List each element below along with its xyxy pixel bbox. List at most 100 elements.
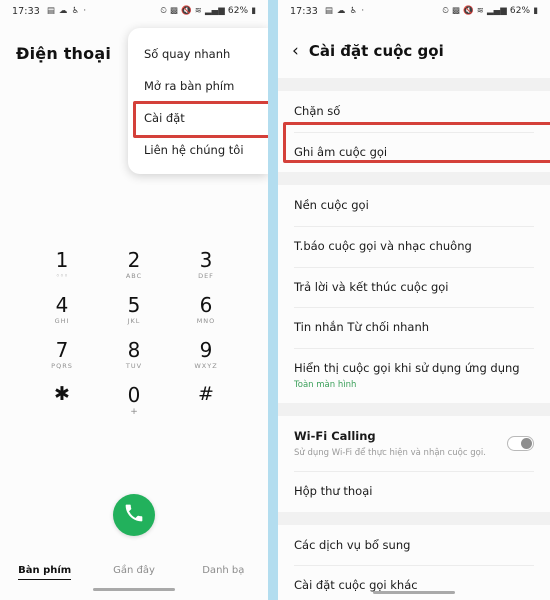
setting-row-block-numbers[interactable]: Chặn số	[278, 91, 550, 132]
menu-item-speed-dial[interactable]: Số quay nhanh	[128, 38, 268, 70]
row-title: Wi-Fi Calling	[294, 429, 376, 444]
tab-contacts[interactable]: Danh bạ	[179, 565, 268, 576]
toggle-knob	[521, 438, 532, 449]
status-bar-clock: 17:33	[12, 5, 40, 17]
tab-keypad[interactable]: Bàn phím	[0, 565, 89, 580]
row-text: Trả lời và kết thúc cuộc gọi	[294, 279, 534, 296]
row-text: Hiển thị cuộc gọi khi sử dụng ứng dụng T…	[294, 360, 534, 391]
bottom-tab-bar: Bàn phím Gần đây Danh bạ	[0, 565, 268, 580]
phone-dialer-screen: 17:33 ▤ ☁ ♿ · ⏲ ▩ 🔇 ≋ ▂▄▆ 62% ▮ Điện tho…	[0, 0, 268, 600]
row-title: Nền cuộc gọi	[294, 198, 369, 213]
setting-row-wifi-calling[interactable]: Wi-Fi Calling Sử dụng Wi-Fi để thực hiện…	[278, 416, 550, 471]
tab-keypad-label: Bàn phím	[18, 565, 72, 580]
gallery-icon: ▤	[46, 5, 56, 16]
alarm-icon: ⏲	[160, 5, 167, 16]
signal-icon: ▂▄▆	[204, 5, 225, 16]
panel-divider	[268, 0, 278, 600]
cloud-icon: ☁	[59, 5, 68, 16]
menu-item-contact-us[interactable]: Liên hệ chúng tôi	[128, 134, 268, 166]
cloud-icon: ☁	[337, 5, 346, 16]
settings-section-1: Chặn số Ghi âm cuộc gọi	[278, 91, 550, 173]
setting-row-answering-ending-calls[interactable]: Trả lời và kết thúc cuộc gọi	[278, 266, 550, 308]
tab-recents[interactable]: Gần đây	[89, 565, 178, 576]
dialpad-key-8[interactable]: 8 TUV	[98, 340, 170, 371]
dialpad-key-1[interactable]: 1 ◦◦◦	[26, 250, 98, 281]
row-title: Tin nhắn Từ chối nhanh	[294, 320, 430, 335]
battery-level: 62%	[227, 6, 249, 16]
dialpad-key-label: #	[198, 383, 214, 405]
setting-row-supplementary-services[interactable]: Các dịch vụ bổ sung	[278, 525, 550, 566]
dialpad-key-star[interactable]: ✱	[26, 383, 98, 416]
alarm-icon: ⏲	[442, 5, 449, 16]
row-title: Các dịch vụ bổ sung	[294, 537, 411, 552]
status-bar-left-group: 17:33 ▤ ☁ ♿ ·	[290, 6, 364, 17]
tab-contacts-label: Danh bạ	[202, 565, 245, 576]
status-bar-clock: 17:33	[290, 5, 318, 17]
menu-item-open-keypad[interactable]: Mở ra bàn phím	[128, 70, 268, 102]
dialpad-key-label: 4	[55, 293, 69, 317]
dialpad-key-5[interactable]: 5 JKL	[98, 295, 170, 326]
dialpad-key-7[interactable]: 7 PQRS	[26, 340, 98, 371]
dialpad-key-letters: GHI	[54, 317, 70, 325]
dialpad-key-letters: JKL	[127, 317, 141, 325]
setting-row-voicemail[interactable]: Hộp thư thoại	[278, 471, 550, 512]
dialpad-key-2[interactable]: 2 ABC	[98, 250, 170, 281]
dialpad-key-6[interactable]: 6 MNO	[170, 295, 242, 326]
row-title: Ghi âm cuộc gọi	[294, 144, 388, 159]
section-gap	[278, 78, 550, 91]
setting-row-quick-decline-messages[interactable]: Tin nhắn Từ chối nhanh	[278, 307, 550, 348]
wifi-icon: ≋	[476, 5, 484, 16]
vibrate-icon: ▩	[169, 5, 179, 16]
dialpad-key-plus: +	[130, 407, 138, 417]
chevron-left-icon[interactable]: ‹	[292, 42, 299, 60]
mute-icon: 🔇	[181, 5, 192, 16]
accessibility-icon: ♿	[349, 5, 358, 16]
voicemail-icon: ◦◦◦	[55, 272, 69, 280]
battery-level: 62%	[509, 6, 531, 16]
vibrate-icon: ▩	[451, 5, 461, 16]
accessibility-icon: ♿	[71, 5, 80, 16]
dialpad-key-0[interactable]: 0 +	[98, 385, 170, 418]
row-title: Chặn số	[294, 104, 341, 118]
dialpad-key-label: 6	[199, 293, 213, 317]
dialpad-key-letters	[170, 406, 242, 415]
dialpad-key-hash[interactable]: #	[170, 383, 242, 416]
dialpad-key-4[interactable]: 4 GHI	[26, 295, 98, 326]
row-subtitle: Sử dụng Wi-Fi để thực hiện và nhận cuộc …	[294, 447, 486, 458]
dialpad-key-letters: ABC	[125, 272, 143, 280]
setting-row-other-call-settings[interactable]: Cài đặt cuộc gọi khác	[278, 565, 550, 600]
menu-item-settings[interactable]: Cài đặt	[128, 102, 268, 134]
battery-icon: ▮	[251, 5, 256, 16]
status-bar-left-group: 17:33 ▤ ☁ ♿ ·	[12, 6, 86, 17]
row-text: Hộp thư thoại	[294, 483, 534, 500]
setting-row-call-recording[interactable]: Ghi âm cuộc gọi	[278, 131, 550, 173]
section-gap	[278, 511, 550, 525]
dialpad-key-label: 8	[127, 338, 141, 362]
settings-header: ‹ Cài đặt cuộc gọi	[278, 22, 550, 78]
status-bar-left: 17:33 ▤ ☁ ♿ · ⏲ ▩ 🔇 ≋ ▂▄▆ 62% ▮	[0, 0, 268, 22]
settings-section-4: Các dịch vụ bổ sung Cài đặt cuộc gọi khá…	[278, 524, 550, 600]
dialpad-key-3[interactable]: 3 DEF	[170, 250, 242, 281]
status-bar-right-group: ⏲ ▩ 🔇 ≋ ▂▄▆ 62% ▮	[160, 6, 256, 16]
setting-row-call-background[interactable]: Nền cuộc gọi	[278, 185, 550, 226]
dialpad-key-9[interactable]: 9 WXYZ	[170, 340, 242, 371]
dialpad-key-letters: TUV	[125, 362, 143, 370]
section-gap	[278, 403, 550, 417]
row-text: T.báo cuộc gọi và nhạc chuông	[294, 238, 534, 255]
dialpad-grid: 1 ◦◦◦ 2 ABC 3 DEF 4 GHI 5 JKL 6 MNO 7 PQ…	[0, 250, 268, 418]
setting-row-call-alerts-ringtone[interactable]: T.báo cuộc gọi và nhạc chuông	[278, 226, 550, 267]
dot-icon: ·	[361, 5, 365, 16]
wifi-calling-toggle[interactable]	[507, 436, 534, 451]
home-indicator-right[interactable]	[373, 591, 455, 594]
call-button[interactable]	[113, 494, 155, 536]
home-indicator-left[interactable]	[93, 588, 175, 591]
dialpad-key-letters: PQRS	[51, 362, 73, 370]
mute-icon: 🔇	[463, 5, 474, 16]
row-title: T.báo cuộc gọi và nhạc chuông	[294, 239, 472, 254]
row-subtitle: Toàn màn hình	[294, 379, 357, 390]
setting-row-call-display-while-using-apps[interactable]: Hiển thị cuộc gọi khi sử dụng ứng dụng T…	[278, 348, 550, 403]
dialpad-key-label: 1	[55, 248, 69, 272]
row-text: Ghi âm cuộc gọi	[294, 144, 534, 161]
dialpad-key-label: ✱	[54, 383, 70, 405]
dialpad-key-label: 9	[199, 338, 213, 362]
